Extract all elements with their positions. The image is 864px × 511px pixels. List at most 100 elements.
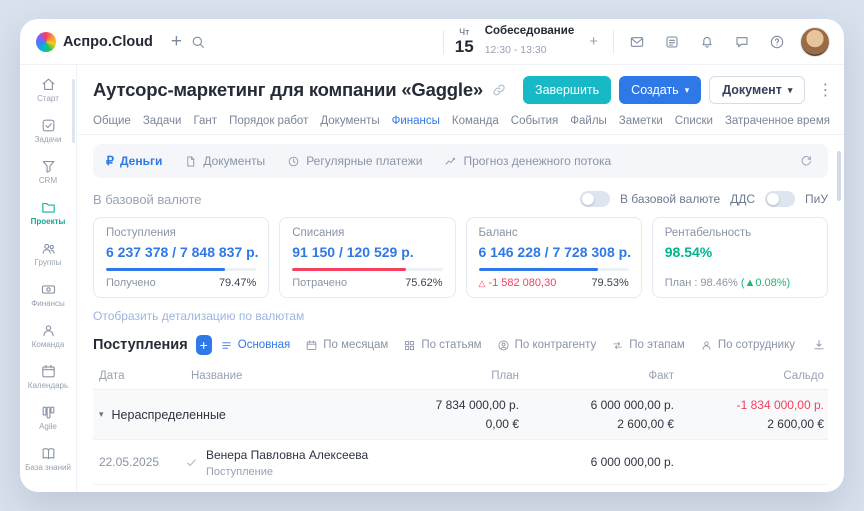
global-add-button[interactable]: +	[167, 28, 186, 55]
tab-gant[interactable]: Гант	[193, 115, 217, 127]
view-po-etapam[interactable]: По этапам	[611, 339, 685, 352]
row-name[interactable]: Венера Павловна Алексеева	[206, 448, 368, 462]
fact-rub: 6 000 000,00 р.	[523, 396, 674, 415]
progress-bar	[292, 268, 442, 271]
tab-zametki[interactable]: Заметки	[619, 115, 663, 127]
sidebar-item-start[interactable]: Старт	[20, 69, 76, 110]
chat-button[interactable]	[730, 30, 754, 54]
calendar-date[interactable]: Чт 15	[455, 28, 474, 56]
card-value: 98.54%	[665, 244, 815, 260]
tab-poryadok-rabot[interactable]: Порядок работ	[229, 115, 308, 127]
add-income-button[interactable]: +	[196, 335, 212, 355]
subnav-regulyarnye-platezhi[interactable]: Регулярные платежи	[287, 154, 422, 168]
sidebar-item-tasks[interactable]: Задачи	[20, 110, 76, 151]
sidebar-item-label: Agile	[37, 423, 59, 431]
table-row[interactable]: 22.05.2025 Белов Андрей Андреевич Поступ…	[93, 485, 828, 492]
column-header-date[interactable]: Дата	[93, 370, 185, 382]
view-label: По контрагенту	[515, 339, 597, 351]
plan-rub: 7 834 000,00 р.	[353, 396, 519, 415]
sidebar-scrollbar[interactable]	[72, 79, 75, 143]
tab-zadachi[interactable]: Задачи	[143, 115, 182, 127]
base-currency-toggle[interactable]	[580, 191, 610, 207]
view-label: По статьям	[421, 339, 481, 351]
mail-button[interactable]	[625, 30, 649, 54]
column-header-fact[interactable]: Факт	[523, 370, 678, 382]
subnav-dengi[interactable]: ₽ Деньги	[106, 154, 162, 168]
view-po-statyam[interactable]: По статьям	[403, 339, 481, 352]
sidebar: Старт Задачи CRM Проекты Группы Финансы	[20, 65, 77, 492]
collapse-icon[interactable]: ▾	[99, 409, 104, 420]
fact-eur: 2 600,00 €	[523, 415, 674, 434]
chat-icon	[734, 34, 750, 50]
card-delta-negative: △-1 582 080,30	[479, 277, 557, 289]
project-tabs: Общие Задачи Гант Порядок работ Документ…	[77, 108, 844, 135]
column-header-plan[interactable]: План	[353, 370, 523, 382]
subnav-label: Документы	[203, 154, 265, 168]
sidebar-item-finance[interactable]: Финансы	[20, 274, 76, 315]
tab-obshchie[interactable]: Общие	[93, 115, 131, 127]
app-logo[interactable]: Аспро.Cloud	[36, 32, 153, 52]
notifications-button[interactable]	[695, 30, 719, 54]
copy-link-button[interactable]	[491, 82, 507, 98]
table-group-row[interactable]: ▾ Нераспределенные 7 834 000,00 р. 0,00 …	[93, 390, 828, 440]
incomes-table: Дата Название План Факт Сальдо ▾ Нераспр…	[93, 363, 828, 492]
search-button[interactable]	[186, 30, 210, 54]
sidebar-item-team[interactable]: Команда	[20, 315, 76, 356]
kanban-icon	[40, 404, 57, 421]
sidebar-item-calendar[interactable]: Календарь	[20, 356, 76, 397]
tab-sobytiya[interactable]: События	[511, 115, 558, 127]
column-header-saldo[interactable]: Сальдо	[678, 370, 828, 382]
grid-icon	[403, 339, 416, 352]
view-po-mesyatsam[interactable]: По месяцам	[305, 339, 388, 352]
notes-button[interactable]	[660, 30, 684, 54]
envelope-icon	[629, 34, 645, 50]
add-event-button[interactable]: +	[585, 29, 602, 54]
column-header-name[interactable]: Название	[185, 370, 353, 382]
view-po-kontragentu[interactable]: По контрагенту	[497, 339, 597, 352]
progress-bar	[479, 268, 629, 271]
table-row[interactable]: 22.05.2025 Венера Павловна Алексеева Пос…	[93, 440, 828, 485]
people-icon	[40, 240, 57, 257]
tab-finansy[interactable]: Финансы	[392, 115, 440, 127]
tab-zatrachennoe-vremya[interactable]: Затраченное время	[725, 115, 830, 127]
card-label: Списания	[292, 227, 442, 239]
tab-fayly[interactable]: Файлы	[570, 115, 607, 127]
sidebar-item-projects[interactable]: Проекты	[20, 192, 76, 233]
view-label: По сотруднику	[718, 339, 795, 351]
sidebar-item-label: Старт	[35, 95, 61, 103]
calendar-event[interactable]: Собеседование 12:30 - 13:30	[485, 24, 575, 58]
sidebar-item-crm[interactable]: CRM	[20, 151, 76, 192]
tab-dokumenty[interactable]: Документы	[320, 115, 379, 127]
more-actions-button[interactable]: ⋮	[813, 78, 837, 102]
sidebar-item-agile[interactable]: Agile	[20, 397, 76, 438]
subnav-dokumenty[interactable]: Документы	[184, 154, 265, 168]
ruble-icon: ₽	[106, 155, 114, 168]
dds-piu-toggle[interactable]	[765, 191, 795, 207]
subnav-prognoz[interactable]: Прогноз денежного потока	[444, 154, 611, 168]
finish-button-label: Завершить	[535, 83, 599, 97]
day-number: 15	[455, 37, 474, 56]
view-osnovnaya[interactable]: Основная	[220, 339, 291, 352]
document-button[interactable]: Документ▾	[709, 76, 805, 104]
export-button[interactable]	[810, 336, 828, 354]
finish-button[interactable]: Завершить	[523, 76, 611, 104]
view-po-sotrudniku[interactable]: По сотруднику	[700, 339, 795, 352]
card-footer-label: Потрачено	[292, 277, 347, 289]
tab-komanda[interactable]: Команда	[452, 115, 499, 127]
calendar-icon	[305, 339, 318, 352]
card-percent: 79.47%	[219, 277, 256, 289]
content-scrollbar[interactable]	[837, 151, 841, 201]
create-button[interactable]: Создать▾	[619, 76, 701, 104]
group-plan-cell: 7 834 000,00 р. 0,00 €	[353, 396, 523, 433]
banknote-icon	[40, 281, 57, 298]
sidebar-item-knowledge-base[interactable]: База знаний	[20, 438, 76, 479]
avatar[interactable]	[800, 27, 830, 57]
sidebar-item-groups[interactable]: Группы	[20, 233, 76, 274]
help-button[interactable]	[765, 30, 789, 54]
tab-spiski[interactable]: Списки	[675, 115, 713, 127]
currency-details-link[interactable]: Отобразить детализацию по валютам	[93, 309, 828, 323]
subnav-label: Прогноз денежного потока	[463, 154, 611, 168]
funnel-icon	[40, 158, 57, 175]
refresh-button[interactable]	[797, 152, 815, 170]
sidebar-item-label: Команда	[30, 341, 67, 349]
